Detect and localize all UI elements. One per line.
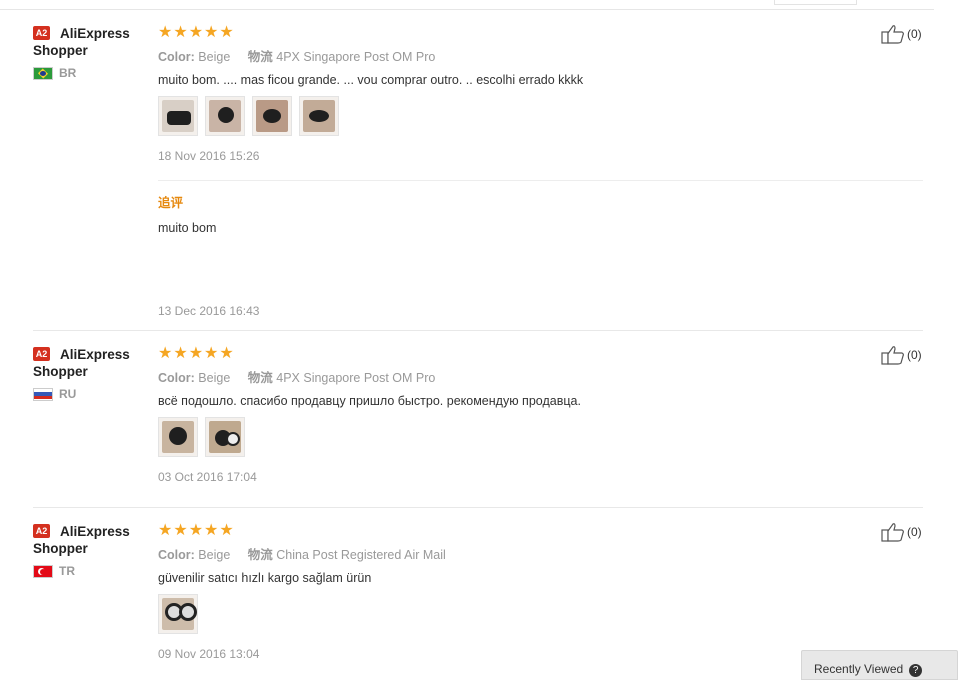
helpful-button[interactable]: (0) <box>881 24 922 44</box>
star-icon: ★ <box>173 22 188 41</box>
question-icon: ? <box>909 664 923 677</box>
shipping-label: 物流 <box>247 548 273 562</box>
star-icon: ★ <box>158 520 173 539</box>
review-photos <box>158 594 898 634</box>
reviewer-name-line2: Shopper <box>33 541 88 556</box>
reviewer-country: RU <box>33 387 153 401</box>
reviewer-name-line2: Shopper <box>33 43 88 58</box>
review-date: 18 Nov 2016 15:26 <box>158 149 260 163</box>
followup-text: muito bom <box>158 221 217 235</box>
star-icon: ★ <box>173 520 188 539</box>
reviewer-name-line2: Shopper <box>33 364 88 379</box>
review-divider <box>33 330 923 331</box>
star-icon: ★ <box>219 343 234 362</box>
review-photo-thumbnail[interactable] <box>158 594 198 634</box>
buyer-level-badge: A2 <box>33 347 50 361</box>
star-rating: ★ ★ ★ ★ ★ <box>158 24 898 40</box>
thumbs-up-icon <box>881 346 904 365</box>
helpful-count: (0) <box>907 348 922 362</box>
color-label: Color: <box>158 371 195 385</box>
helpful-button[interactable]: (0) <box>881 345 922 365</box>
country-code: BR <box>59 66 77 80</box>
shipping-label: 物流 <box>247 50 273 64</box>
color-value: Beige <box>198 50 231 64</box>
star-icon: ★ <box>204 22 219 41</box>
star-icon: ★ <box>204 520 219 539</box>
star-icon: ★ <box>188 343 204 362</box>
recently-viewed-tab[interactable]: Recently Viewed? <box>801 650 958 680</box>
shipping-value: 4PX Singapore Post OM Pro <box>276 371 436 385</box>
top-tab-stub <box>774 0 857 5</box>
top-divider <box>0 9 934 10</box>
recently-viewed-label: Recently Viewed <box>814 662 904 676</box>
order-info: Color: Beige 物流 4PX Singapore Post OM Pr… <box>158 367 898 386</box>
review-photo-thumbnail[interactable] <box>252 96 292 136</box>
star-icon: ★ <box>158 343 173 362</box>
star-icon: ★ <box>219 22 234 41</box>
star-icon: ★ <box>158 22 173 41</box>
star-icon: ★ <box>173 343 188 362</box>
review-body: ★ ★ ★ ★ ★ Color: Beige 物流 4PX Singapore Post… <box>158 24 898 163</box>
thumbs-up-icon <box>881 523 904 542</box>
country-code: TR <box>59 564 75 578</box>
review-body: ★ ★ ★ ★ ★ Color: Beige 物流 4PX Singapore Post… <box>158 345 898 484</box>
color-value: Beige <box>198 548 231 562</box>
review-divider <box>33 507 923 508</box>
buyer-level-badge: A2 <box>33 524 50 538</box>
reviewer-name: AliExpress <box>60 25 130 41</box>
star-icon: ★ <box>204 343 219 362</box>
shipping-value: China Post Registered Air Mail <box>276 548 446 562</box>
review-date: 03 Oct 2016 17:04 <box>158 470 257 484</box>
review-photo-thumbnail[interactable] <box>158 417 198 457</box>
brazil-flag-icon <box>33 66 53 80</box>
turkey-flag-icon <box>33 564 53 578</box>
star-icon: ★ <box>219 520 234 539</box>
helpful-count: (0) <box>907 525 922 539</box>
review-photo-thumbnail[interactable] <box>205 96 245 136</box>
shipping-value: 4PX Singapore Post OM Pro <box>276 50 436 64</box>
reviewer-info: A2 AliExpress Shopper RU <box>33 345 153 401</box>
review-date: 09 Nov 2016 13:04 <box>158 647 260 661</box>
helpful-button[interactable]: (0) <box>881 522 922 542</box>
color-label: Color: <box>158 50 195 64</box>
review-photo-thumbnail[interactable] <box>158 96 198 136</box>
followup-date: 13 Dec 2016 16:43 <box>158 304 260 318</box>
review-photo-thumbnail[interactable] <box>299 96 339 136</box>
followup-label: 追评 <box>158 195 184 210</box>
followup-divider <box>158 180 923 181</box>
review-text: muito bom. .... mas ficou grande. ... vo… <box>158 73 584 87</box>
buyer-level-badge: A2 <box>33 26 50 40</box>
reviewer-name: AliExpress <box>60 346 130 362</box>
order-info: Color: Beige 物流 China Post Registered Ai… <box>158 544 898 563</box>
order-info: Color: Beige 物流 4PX Singapore Post OM Pr… <box>158 46 898 65</box>
reviewer-country: TR <box>33 564 153 578</box>
star-icon: ★ <box>188 520 204 539</box>
reviewer-country: BR <box>33 66 153 80</box>
helpful-count: (0) <box>907 27 922 41</box>
russia-flag-icon <box>33 387 53 401</box>
review-photos <box>158 417 898 457</box>
color-value: Beige <box>198 371 231 385</box>
color-label: Color: <box>158 548 195 562</box>
star-rating: ★ ★ ★ ★ ★ <box>158 345 898 361</box>
review-photos <box>158 96 898 136</box>
thumbs-up-icon <box>881 25 904 44</box>
review-text: güvenilir satıcı hızlı kargo sağlam ürün <box>158 571 372 585</box>
star-icon: ★ <box>188 22 204 41</box>
reviewer-name: AliExpress <box>60 523 130 539</box>
star-rating: ★ ★ ★ ★ ★ <box>158 522 898 538</box>
review-photo-thumbnail[interactable] <box>205 417 245 457</box>
country-code: RU <box>59 387 77 401</box>
shipping-label: 物流 <box>247 371 273 385</box>
review-body: ★ ★ ★ ★ ★ Color: Beige 物流 China Post Registe… <box>158 522 898 661</box>
reviewer-info: A2 AliExpress Shopper TR <box>33 522 153 578</box>
reviewer-info: A2 AliExpress Shopper BR <box>33 24 153 80</box>
review-text: всё подошло. спасибо продавцу пришло быс… <box>158 394 581 408</box>
